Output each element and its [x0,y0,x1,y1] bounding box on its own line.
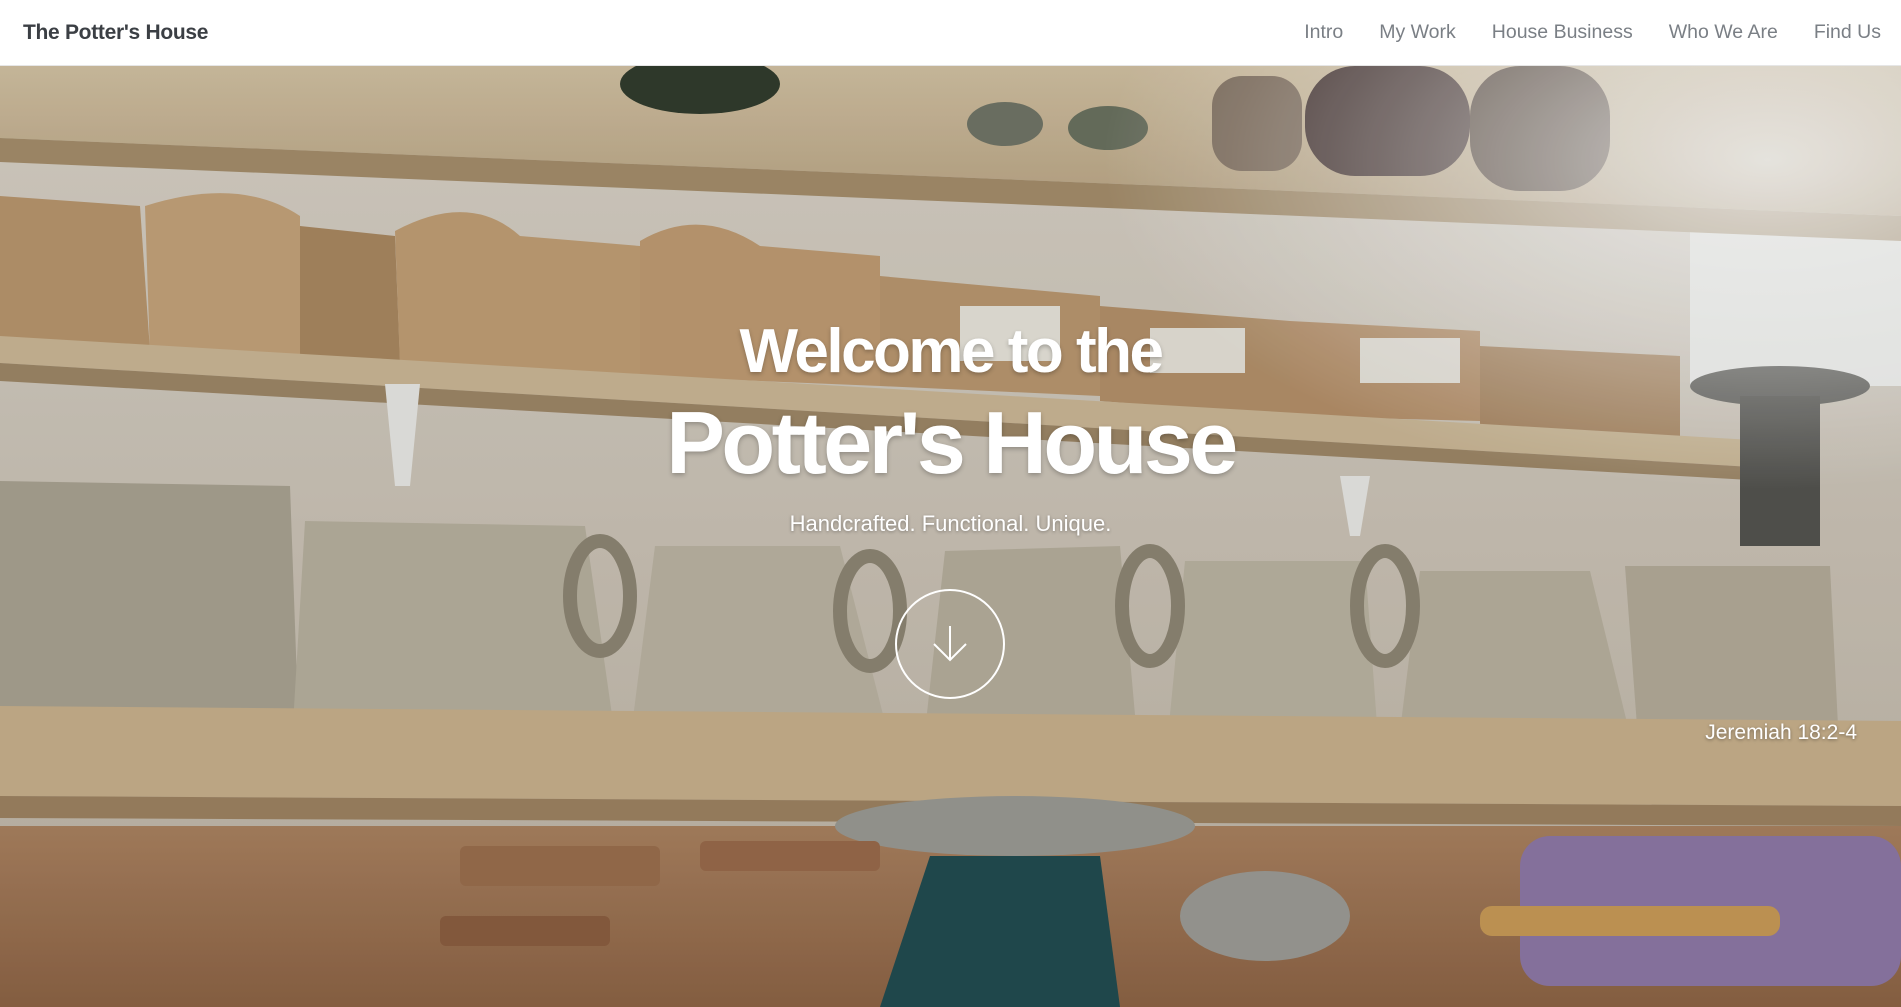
site-header: The Potter's House Intro My Work House B… [0,0,1901,66]
hero-heading-line2: Potter's House [666,393,1238,492]
hero-tagline: Handcrafted. Functional. Unique. [789,511,1112,536]
hero-section: Welcome to the Potter's House Handcrafte… [0,66,1901,1007]
nav-link-my-work[interactable]: My Work [1379,21,1456,44]
nav-link-who-we-are[interactable]: Who We Are [1669,21,1778,44]
hero-copy: Welcome to the Potter's House Handcrafte… [0,66,1901,1007]
arrow-down-icon [933,626,967,662]
site-brand-link[interactable]: The Potter's House [23,21,208,45]
nav-link-find-us[interactable]: Find Us [1814,21,1881,44]
main-nav: Intro My Work House Business Who We Are … [1304,21,1881,44]
nav-link-house-business[interactable]: House Business [1492,21,1633,44]
bible-verse-reference: Jeremiah 18:2-4 [1705,721,1857,744]
nav-link-intro[interactable]: Intro [1304,21,1343,44]
hero-heading-line1: Welcome to the [739,317,1164,386]
scroll-down-button[interactable] [895,589,1005,699]
